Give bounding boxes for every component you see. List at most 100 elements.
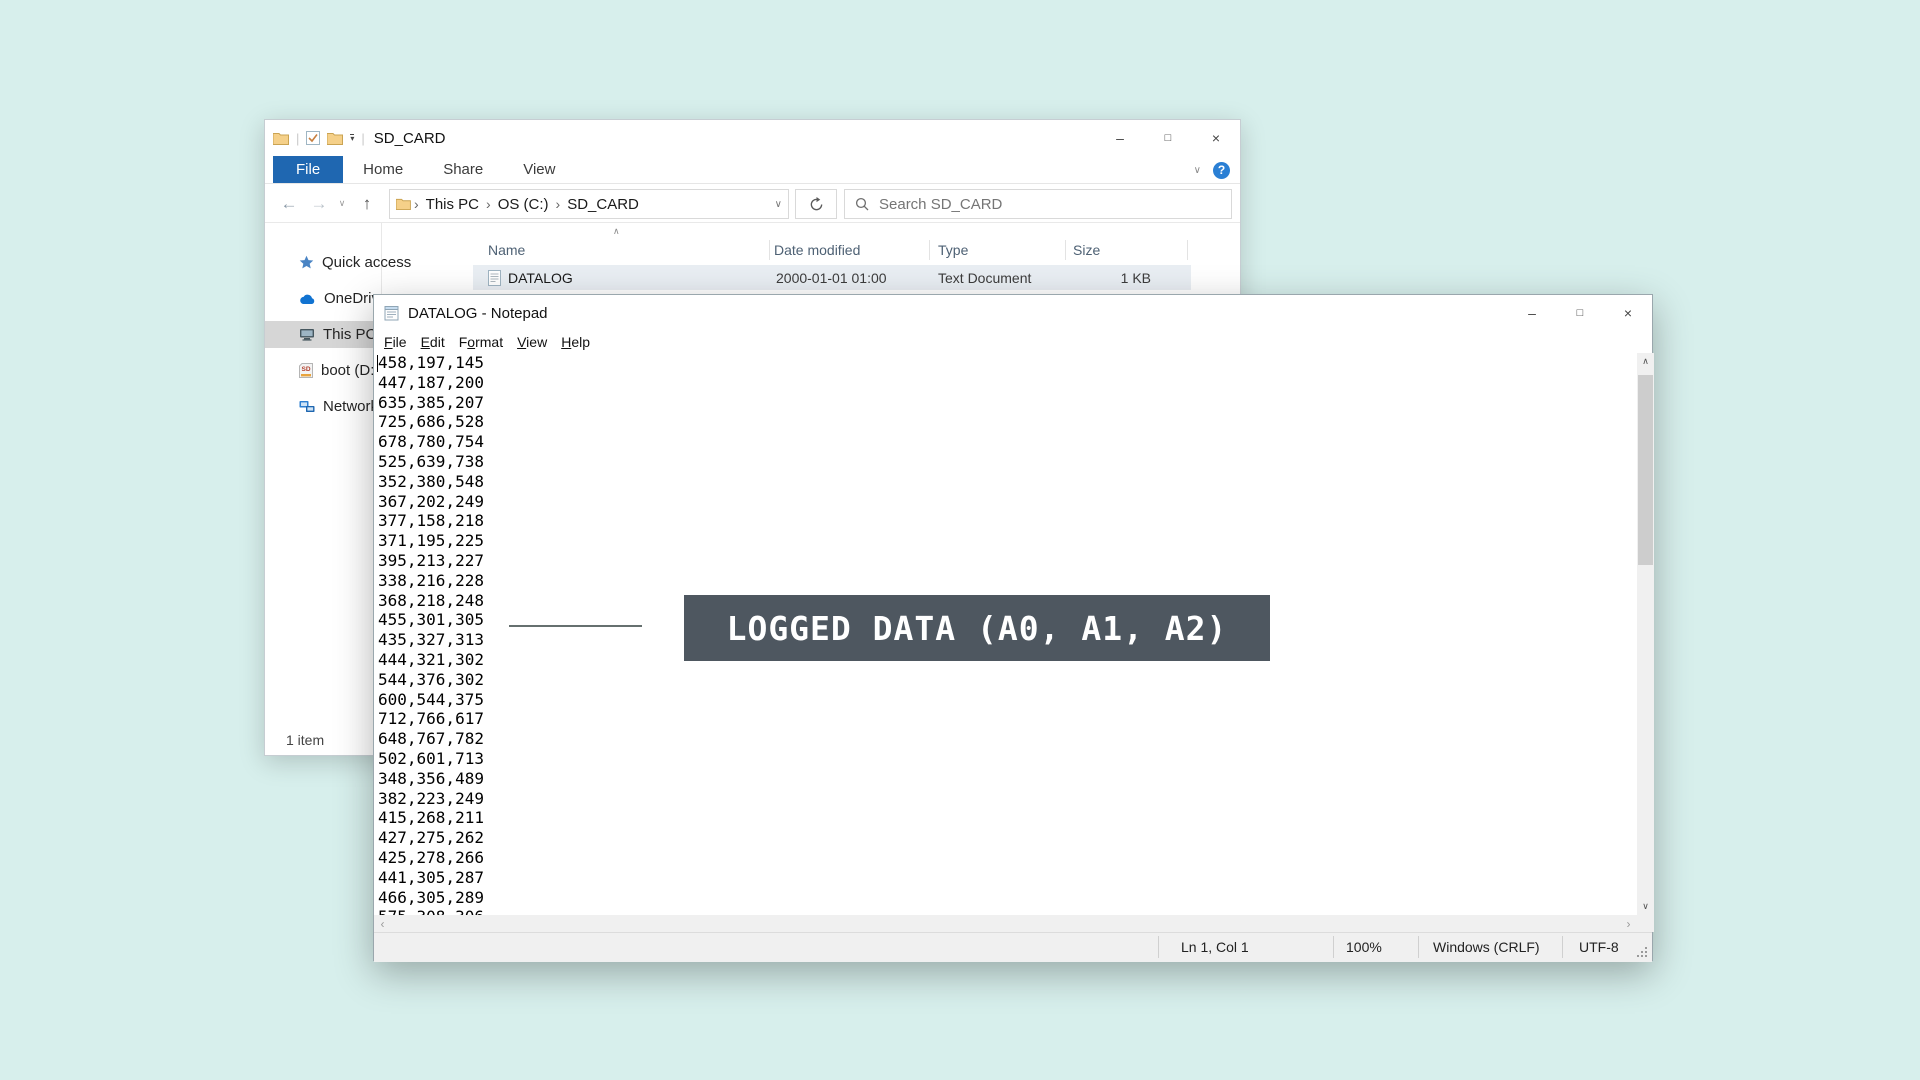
status-divider <box>1333 936 1334 958</box>
menu-view[interactable]: View <box>510 334 554 350</box>
sidebar-item-boot-d[interactable]: SD boot (D:) <box>265 357 381 384</box>
ribbon-tab-share[interactable]: Share <box>423 156 503 183</box>
refresh-icon <box>809 197 824 212</box>
new-folder-icon[interactable] <box>327 132 343 145</box>
sd-card-icon: SD <box>299 363 313 378</box>
minimize-button[interactable]: – <box>1508 295 1556 331</box>
annotation-label: LOGGED DATA (A0, A1, A2) <box>727 609 1228 648</box>
refresh-button[interactable] <box>795 189 837 219</box>
notepad-window-title: DATALOG - Notepad <box>408 305 548 322</box>
cloud-icon <box>299 293 316 305</box>
ribbon-tab-file[interactable]: File <box>273 156 343 183</box>
ribbon-right-controls: ∨ ? <box>1194 156 1230 184</box>
explorer-window-title: SD_CARD <box>374 130 446 147</box>
search-placeholder: Search SD_CARD <box>879 196 1002 213</box>
close-button[interactable]: × <box>1604 295 1652 331</box>
breadcrumb-segment[interactable]: SD_CARD <box>567 196 639 213</box>
horizontal-scrollbar[interactable]: ‹ › <box>374 915 1637 932</box>
sidebar-item-onedrive[interactable]: OneDrive <box>265 285 381 312</box>
network-icon <box>299 400 315 413</box>
menu-format[interactable]: Format <box>452 334 510 350</box>
cursor-position: Ln 1, Col 1 <box>1181 932 1249 962</box>
scroll-down-icon[interactable]: ∨ <box>1637 898 1654 915</box>
status-divider <box>1418 936 1419 958</box>
sidebar-item-network[interactable]: Network <box>265 393 381 420</box>
help-icon[interactable]: ? <box>1213 162 1230 179</box>
minimize-button[interactable]: – <box>1096 120 1144 156</box>
menu-edit[interactable]: Edit <box>414 334 452 350</box>
desktop: | ▾ | SD_CARD – □ × FileHomeShareView ∨ … <box>0 0 1920 1080</box>
explorer-titlebar[interactable]: | ▾ | SD_CARD – □ × <box>265 120 1240 156</box>
zoom-level: 100% <box>1346 932 1382 962</box>
computer-icon <box>299 328 315 341</box>
ribbon-tabs: FileHomeShareView <box>265 156 1240 184</box>
folder-icon <box>273 132 289 145</box>
menu-help[interactable]: Help <box>554 334 597 350</box>
star-icon <box>299 255 314 270</box>
resize-grip[interactable] <box>1637 947 1648 958</box>
svg-text:SD: SD <box>301 366 310 373</box>
scroll-left-icon[interactable]: ‹ <box>374 915 391 932</box>
maximize-button[interactable]: □ <box>1144 120 1192 156</box>
close-button[interactable]: × <box>1192 120 1240 156</box>
qat-separator: | <box>361 131 364 146</box>
quick-access-toolbar: | ▾ | SD_CARD <box>273 120 445 156</box>
maximize-button[interactable]: □ <box>1556 295 1604 331</box>
sidebar-item-this-pc[interactable]: This PC <box>265 321 381 348</box>
back-button[interactable]: ← <box>277 184 301 223</box>
column-header-size[interactable]: Size <box>1073 236 1100 263</box>
notepad-window-controls: – □ × <box>1508 295 1652 331</box>
line-ending: Windows (CRLF) <box>1433 932 1540 962</box>
column-header-name[interactable]: Name <box>488 236 525 263</box>
file-type: Text Document <box>938 265 1031 290</box>
column-divider[interactable] <box>929 240 930 260</box>
annotation-leader-line <box>509 625 642 627</box>
column-divider[interactable] <box>1065 240 1066 260</box>
qat-separator: | <box>296 131 299 146</box>
forward-button[interactable]: → <box>307 184 331 223</box>
column-divider[interactable] <box>1187 240 1188 260</box>
breadcrumb-chevron-icon[interactable]: › <box>414 196 419 212</box>
ribbon-collapse-icon[interactable]: ∨ <box>1194 165 1201 176</box>
up-button[interactable]: ↑ <box>355 184 379 223</box>
recent-locations-icon[interactable]: ∨ <box>333 184 351 223</box>
file-name[interactable]: DATALOG <box>508 265 573 290</box>
properties-check-icon[interactable] <box>306 131 320 145</box>
file-size: 1 KB <box>1055 265 1151 290</box>
sidebar-item-label: Quick access <box>322 254 411 271</box>
explorer-window-controls: – □ × <box>1096 120 1240 156</box>
breadcrumb-chevron-icon[interactable]: › <box>486 196 491 212</box>
status-divider <box>1562 936 1563 958</box>
status-divider <box>1158 936 1159 958</box>
sidebar-item-quick-access[interactable]: Quick access <box>265 249 381 276</box>
notepad-titlebar[interactable]: DATALOG - Notepad <box>374 295 1652 331</box>
ribbon-tab-home[interactable]: Home <box>343 156 423 183</box>
breadcrumb: › This PC › OS (C:) › SD_CARD <box>411 196 643 213</box>
folder-icon <box>396 198 411 210</box>
file-date-modified: 2000-01-01 01:00 <box>776 265 887 290</box>
scrollbar-corner <box>1637 915 1654 932</box>
column-header-date-modified[interactable]: Date modified <box>774 236 860 263</box>
column-header-type[interactable]: Type <box>938 236 968 263</box>
ribbon-tab-view[interactable]: View <box>503 156 575 183</box>
vertical-scrollbar-thumb[interactable] <box>1638 375 1653 565</box>
breadcrumb-chevron-icon[interactable]: › <box>556 196 561 212</box>
address-bar[interactable]: › This PC › OS (C:) › SD_CARD ∨ <box>389 189 789 219</box>
menu-file[interactable]: File <box>377 334 414 350</box>
qat-customize-icon[interactable]: ▾ <box>350 134 354 142</box>
text-document-icon <box>488 265 501 290</box>
sidebar-item-label: Network <box>323 398 378 415</box>
column-divider[interactable] <box>769 240 770 260</box>
sidebar-item-label: boot (D:) <box>321 362 379 379</box>
scroll-right-icon[interactable]: › <box>1620 915 1637 932</box>
notepad-icon <box>384 305 400 321</box>
address-dropdown-icon[interactable]: ∨ <box>775 199 782 210</box>
annotation-box: LOGGED DATA (A0, A1, A2) <box>684 595 1270 661</box>
encoding: UTF-8 <box>1579 932 1619 962</box>
search-box[interactable]: Search SD_CARD <box>844 189 1232 219</box>
scroll-up-icon[interactable]: ∧ <box>1637 353 1654 370</box>
breadcrumb-segment[interactable]: This PC <box>426 196 479 213</box>
item-count: 1 item <box>286 732 324 748</box>
breadcrumb-segment[interactable]: OS (C:) <box>498 196 549 213</box>
sort-ascending-icon: ∧ <box>613 226 620 237</box>
